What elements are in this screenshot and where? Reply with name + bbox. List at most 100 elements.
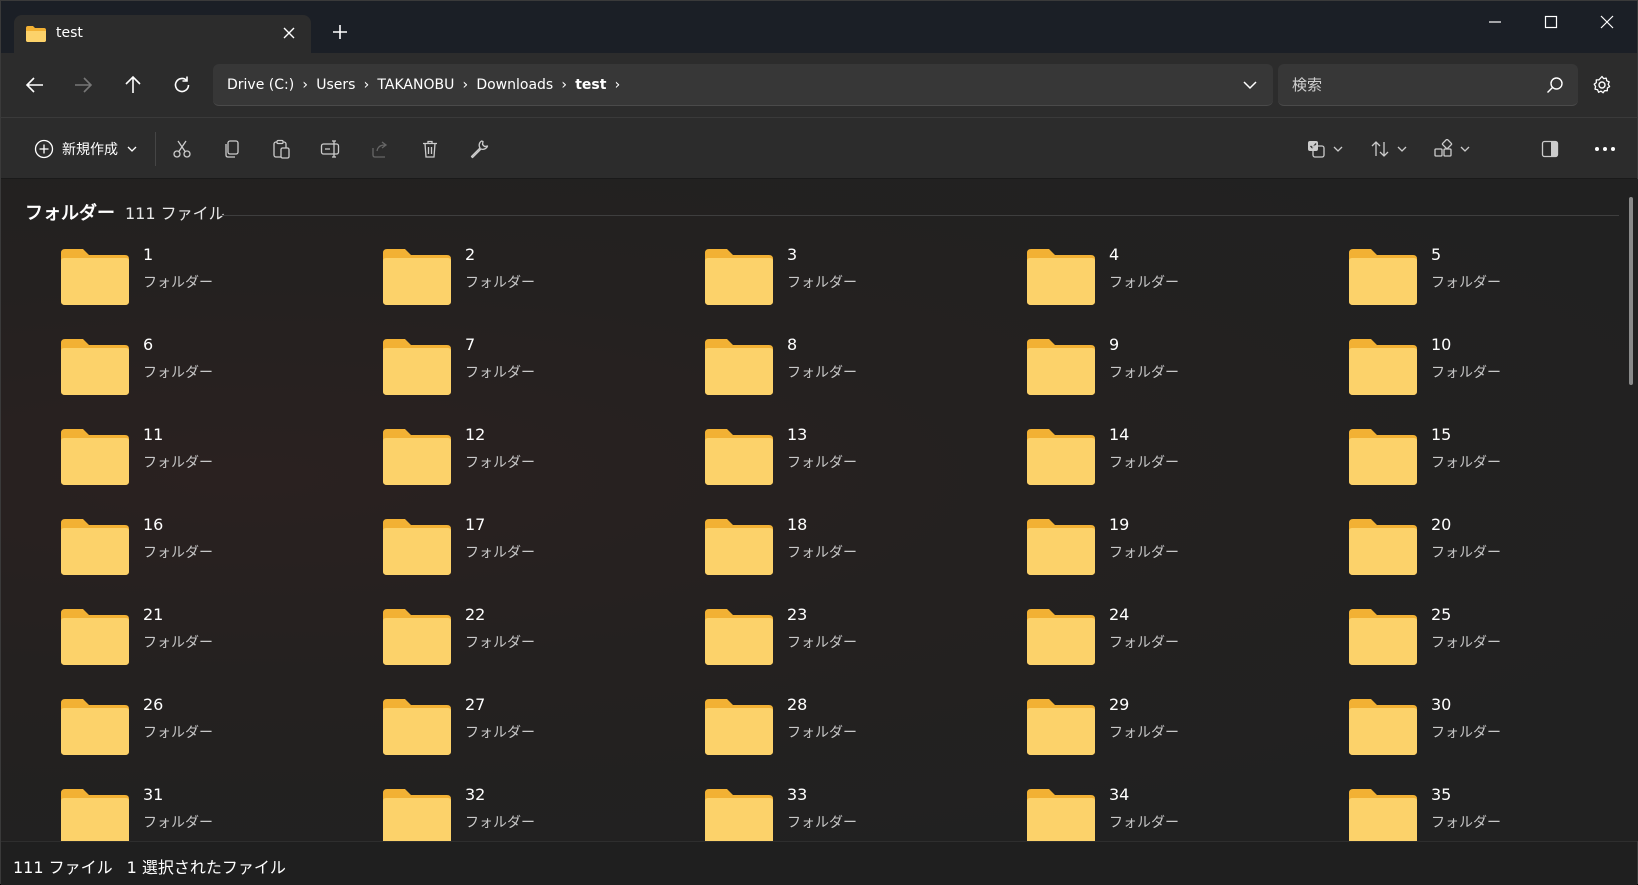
crumb-user[interactable]: TAKANOBU <box>375 77 456 93</box>
folder-item[interactable]: 30 フォルダー <box>1345 689 1638 779</box>
folder-item[interactable]: 11 フォルダー <box>57 419 379 509</box>
folder-item[interactable]: 5 フォルダー <box>1345 239 1638 329</box>
select-mode-button[interactable] <box>1297 133 1353 165</box>
folder-item[interactable]: 35 フォルダー <box>1345 779 1638 841</box>
folder-item[interactable]: 29 フォルダー <box>1023 689 1345 779</box>
folder-name: 35 <box>1431 785 1452 804</box>
chevron-right-icon[interactable]: › <box>296 77 314 93</box>
folder-item[interactable]: 18 フォルダー <box>701 509 1023 599</box>
folder-item[interactable]: 31 フォルダー <box>57 779 379 841</box>
crumb-current[interactable]: test <box>573 77 608 93</box>
folder-item[interactable]: 19 フォルダー <box>1023 509 1345 599</box>
close-window-button[interactable] <box>1579 7 1635 37</box>
folder-item[interactable]: 17 フォルダー <box>379 509 701 599</box>
share-button[interactable] <box>363 133 397 165</box>
folder-item[interactable]: 7 フォルダー <box>379 329 701 419</box>
folder-item[interactable]: 33 フォルダー <box>701 779 1023 841</box>
scissors-icon <box>173 140 191 158</box>
sort-button[interactable] <box>1361 133 1417 165</box>
folder-item[interactable]: 23 フォルダー <box>701 599 1023 689</box>
chevron-down-icon[interactable] <box>1241 76 1259 94</box>
folder-type: フォルダー <box>1109 725 1179 741</box>
minimize-button[interactable] <box>1467 7 1523 37</box>
folder-item[interactable]: 3 フォルダー <box>701 239 1023 329</box>
cut-button[interactable] <box>165 133 199 165</box>
new-button[interactable]: 新規作成 <box>21 133 151 165</box>
chevron-right-icon[interactable]: › <box>456 77 474 93</box>
folder-item[interactable]: 32 フォルダー <box>379 779 701 841</box>
folder-item[interactable]: 20 フォルダー <box>1345 509 1638 599</box>
folder-name: 17 <box>465 515 486 534</box>
back-button[interactable] <box>17 67 53 103</box>
folder-item[interactable]: 26 フォルダー <box>57 689 379 779</box>
folder-icon <box>1349 699 1417 755</box>
new-tab-icon[interactable] <box>329 21 351 43</box>
folder-item[interactable]: 1 フォルダー <box>57 239 379 329</box>
more-options-button[interactable] <box>1587 133 1623 165</box>
folder-item[interactable]: 28 フォルダー <box>701 689 1023 779</box>
delete-button[interactable] <box>413 133 447 165</box>
minimize-icon <box>1489 21 1501 23</box>
folder-icon <box>1027 699 1095 755</box>
folder-item[interactable]: 9 フォルダー <box>1023 329 1345 419</box>
folder-item[interactable]: 6 フォルダー <box>57 329 379 419</box>
forward-button[interactable] <box>65 67 101 103</box>
folder-item[interactable]: 10 フォルダー <box>1345 329 1638 419</box>
folder-item[interactable]: 12 フォルダー <box>379 419 701 509</box>
folder-type: フォルダー <box>143 275 213 291</box>
folder-type: フォルダー <box>143 455 213 471</box>
folder-icon <box>705 339 773 395</box>
search-input[interactable] <box>1278 64 1578 105</box>
crumb-downloads[interactable]: Downloads <box>474 77 555 93</box>
folder-icon <box>1027 249 1095 305</box>
folder-grid: 1 フォルダー 2 フォルダー 3 フォルダー 4 フォルダー 5 フォルダー 6 フォルダー 7 フォル… <box>57 239 1617 841</box>
crumb-drive[interactable]: Drive (C:) <box>225 77 296 93</box>
chevron-right-icon[interactable]: › <box>608 77 626 93</box>
address-bar[interactable]: Drive (C:) › Users › TAKANOBU › Download… <box>213 64 1273 106</box>
up-button[interactable] <box>115 67 151 103</box>
view-button[interactable] <box>1424 133 1480 165</box>
rename-button[interactable] <box>314 133 348 165</box>
folder-item[interactable]: 21 フォルダー <box>57 599 379 689</box>
folder-type: フォルダー <box>787 725 857 741</box>
folder-item[interactable]: 15 フォルダー <box>1345 419 1638 509</box>
settings-button[interactable] <box>1586 69 1618 101</box>
folder-item[interactable]: 25 フォルダー <box>1345 599 1638 689</box>
folder-item[interactable]: 13 フォルダー <box>701 419 1023 509</box>
folder-item[interactable]: 24 フォルダー <box>1023 599 1345 689</box>
group-header[interactable]: フォルダー 111 ファイル <box>25 199 225 225</box>
close-tab-icon[interactable] <box>281 25 297 41</box>
copy-button[interactable] <box>215 133 249 165</box>
search-box[interactable] <box>1278 64 1578 106</box>
maximize-button[interactable] <box>1523 7 1579 37</box>
folder-item[interactable]: 34 フォルダー <box>1023 779 1345 841</box>
folder-item[interactable]: 27 フォルダー <box>379 689 701 779</box>
details-pane-button[interactable] <box>1533 133 1567 165</box>
refresh-button[interactable] <box>164 67 200 103</box>
scrollbar[interactable] <box>1629 197 1633 385</box>
folder-item[interactable]: 2 フォルダー <box>379 239 701 329</box>
folder-type: フォルダー <box>787 365 857 381</box>
folder-icon <box>383 699 451 755</box>
chevron-right-icon[interactable]: › <box>357 77 375 93</box>
crumb-users[interactable]: Users <box>314 77 357 93</box>
chevron-right-icon[interactable]: › <box>555 77 573 93</box>
rename-icon <box>320 140 340 158</box>
folder-icon <box>1349 429 1417 485</box>
folder-item[interactable]: 16 フォルダー <box>57 509 379 599</box>
folder-icon <box>1349 339 1417 395</box>
folder-icon <box>705 699 773 755</box>
folder-item[interactable]: 4 フォルダー <box>1023 239 1345 329</box>
folder-item[interactable]: 14 フォルダー <box>1023 419 1345 509</box>
folder-item[interactable]: 8 フォルダー <box>701 329 1023 419</box>
divider <box>155 132 156 166</box>
folder-type: フォルダー <box>143 365 213 381</box>
paste-button[interactable] <box>264 133 298 165</box>
folder-type: フォルダー <box>465 275 535 291</box>
tab-test[interactable]: test <box>14 15 311 53</box>
folder-item[interactable]: 22 フォルダー <box>379 599 701 689</box>
chevron-down-icon <box>1333 146 1343 152</box>
arrow-left-icon <box>25 77 43 93</box>
properties-button[interactable] <box>462 133 496 165</box>
folder-icon <box>61 789 129 841</box>
